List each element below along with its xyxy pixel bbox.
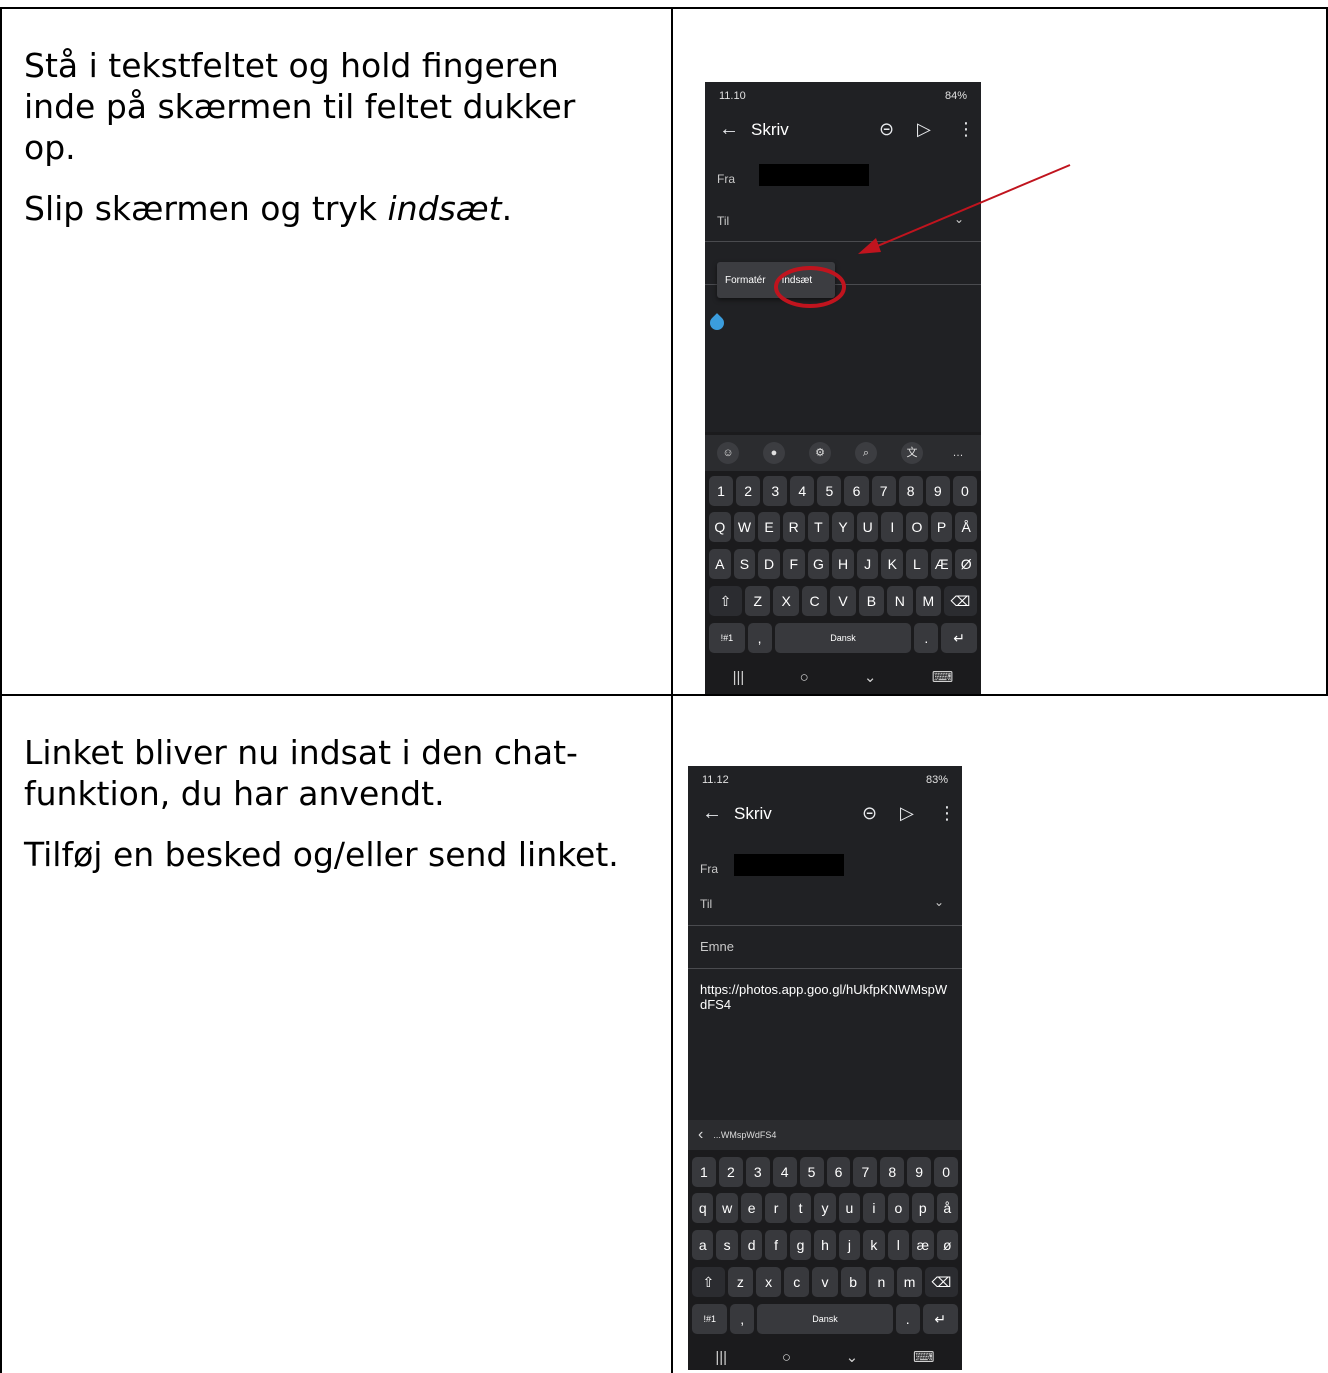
key-⇧[interactable]: ⇧ (692, 1267, 725, 1297)
key-å[interactable]: å (936, 1193, 958, 1223)
attach-icon[interactable]: ⊝ (862, 803, 877, 824)
key-d[interactable]: d (740, 1230, 763, 1260)
keyboard-icon[interactable]: ⌨ (913, 1348, 935, 1366)
key-n[interactable]: n (868, 1267, 894, 1297)
chevron-left-icon[interactable]: ‹ (698, 1126, 703, 1144)
enter-key[interactable]: ↵ (922, 1304, 958, 1334)
compose-title: Skriv (734, 804, 772, 823)
key-v[interactable]: v (812, 1267, 838, 1297)
key-x[interactable]: x (755, 1267, 782, 1297)
send-icon[interactable]: ▷ (900, 803, 914, 824)
key-f[interactable]: f (765, 1230, 787, 1260)
key-k[interactable]: k (863, 1230, 885, 1260)
key-a[interactable]: a (692, 1230, 714, 1260)
key-q[interactable]: q (692, 1193, 714, 1223)
annotation-arrowhead (858, 238, 881, 254)
status-time: 11.12 (702, 774, 729, 786)
key-r[interactable]: r (765, 1193, 787, 1223)
key-ø[interactable]: ø (936, 1230, 958, 1260)
compose-toolbar: ← Skriv ⊝ ▷ ⋮ (688, 798, 962, 832)
key-h[interactable]: h (814, 1230, 836, 1260)
chevron-down-icon[interactable]: ⌄ (934, 895, 944, 909)
space-key[interactable]: Dansk (757, 1304, 893, 1334)
to-label[interactable]: Til (700, 897, 712, 911)
key-0[interactable]: 0 (934, 1157, 959, 1187)
annotation-arrow-line (867, 164, 1071, 251)
key-3[interactable]: 3 (745, 1157, 770, 1187)
key-5[interactable]: 5 (799, 1157, 824, 1187)
key-⌫[interactable]: ⌫ (925, 1267, 958, 1297)
key-9[interactable]: 9 (907, 1157, 932, 1187)
field-divider (688, 925, 962, 926)
keyboard-row-bottom: !#1 , Dansk . ↵ (692, 1304, 958, 1334)
subject-field[interactable]: Emne (700, 939, 734, 954)
hide-keyboard-icon[interactable]: ⌄ (846, 1348, 859, 1366)
key-o[interactable]: o (887, 1193, 910, 1223)
recents-icon[interactable]: ||| (715, 1349, 727, 1366)
key-z[interactable]: z (727, 1267, 753, 1297)
key-w[interactable]: w (716, 1193, 738, 1223)
period-key[interactable]: . (895, 1304, 920, 1334)
key-l[interactable]: l (887, 1230, 910, 1260)
keyboard: ‹ ...WMspWdFS4 1234567890 qwertyuiopå as… (688, 1120, 962, 1370)
key-i[interactable]: i (863, 1193, 885, 1223)
more-icon[interactable]: ⋮ (938, 803, 956, 824)
key-c[interactable]: c (784, 1267, 810, 1297)
system-nav-bar: ||| ○ ⌄ ⌨ (688, 1342, 962, 1370)
annotation-layer (774, 164, 1071, 308)
redacted-sender (734, 854, 844, 876)
key-t[interactable]: t (789, 1193, 812, 1223)
status-bar: 11.12 83% (702, 774, 948, 786)
key-8[interactable]: 8 (880, 1157, 905, 1187)
key-u[interactable]: u (838, 1193, 861, 1223)
keyboard-row-numbers: 1234567890 (692, 1157, 959, 1187)
field-divider (688, 968, 962, 969)
key-2[interactable]: 2 (718, 1157, 743, 1187)
keyboard-row-2: asdfghjklæø (692, 1230, 958, 1260)
key-g[interactable]: g (789, 1230, 812, 1260)
key-y[interactable]: y (814, 1193, 836, 1223)
key-b[interactable]: b (840, 1267, 866, 1297)
key-p[interactable]: p (912, 1193, 934, 1223)
message-body[interactable]: https://photos.app.goo.gl/hUkfpKNWMspWdF… (700, 982, 950, 1012)
annotation-circle (774, 266, 846, 308)
key-7[interactable]: 7 (853, 1157, 878, 1187)
keyboard-row-1: qwertyuiopå (692, 1193, 958, 1223)
status-battery: 83% (925, 774, 948, 786)
key-j[interactable]: j (838, 1230, 861, 1260)
from-label: Fra (700, 862, 718, 876)
keyboard-row-3: ⇧ z x c v b n m ⌫ (692, 1267, 958, 1297)
key-s[interactable]: s (716, 1230, 738, 1260)
key-e[interactable]: e (740, 1193, 763, 1223)
phone-screenshot-2: 11.12 83% ← Skriv ⊝ ▷ ⋮ Fra Til ⌄ Emne h… (688, 766, 962, 1370)
home-icon[interactable]: ○ (782, 1349, 791, 1366)
comma-key[interactable]: , (730, 1304, 755, 1334)
key-6[interactable]: 6 (826, 1157, 851, 1187)
key-4[interactable]: 4 (772, 1157, 797, 1187)
key-æ[interactable]: æ (912, 1230, 934, 1260)
suggestion-bar: ‹ ...WMspWdFS4 (688, 1120, 962, 1150)
back-arrow-icon[interactable]: ← (702, 802, 722, 825)
key-1[interactable]: 1 (692, 1157, 716, 1187)
suggestion-text[interactable]: ...WMspWdFS4 (713, 1130, 776, 1140)
key-m[interactable]: m (896, 1267, 923, 1297)
symbols-key[interactable]: !#1 (692, 1304, 728, 1334)
